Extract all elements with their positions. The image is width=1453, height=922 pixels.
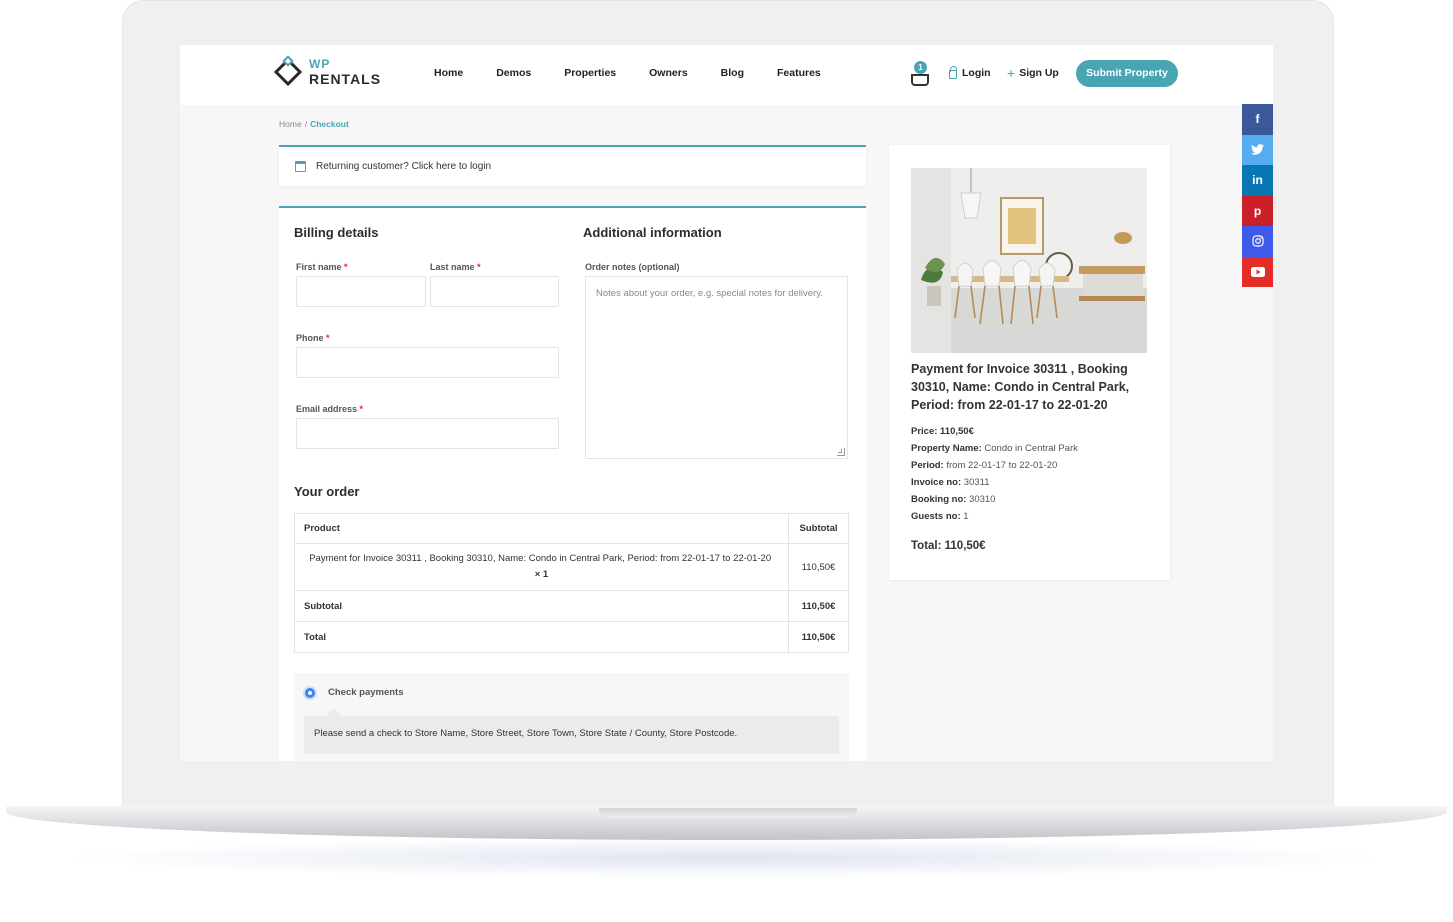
email-field[interactable]: [296, 418, 559, 449]
logo-rentals-text: RENTALS: [309, 71, 382, 87]
site-header: WP RENTALS Home Demos Properties Owners …: [180, 45, 1273, 105]
nav-home[interactable]: Home: [434, 67, 463, 79]
login-label: Login: [962, 67, 991, 79]
first-name-label: First name *: [296, 262, 348, 272]
property-photo: [911, 168, 1147, 353]
table-row: Total 110,50€: [294, 621, 849, 653]
browser-screen: WP RENTALS Home Demos Properties Owners …: [180, 45, 1273, 761]
total-label: Total: [294, 621, 789, 653]
login-link[interactable]: Login: [949, 65, 991, 79]
youtube-icon[interactable]: [1242, 256, 1273, 287]
linkedin-icon[interactable]: in: [1242, 165, 1273, 196]
order-notes-textarea[interactable]: Notes about your order, e.g. special not…: [585, 276, 848, 459]
billing-details-heading: Billing details: [294, 225, 379, 240]
phone-label: Phone *: [296, 333, 330, 343]
nav-owners[interactable]: Owners: [649, 67, 688, 79]
first-name-field[interactable]: [296, 276, 426, 307]
breadcrumb-home[interactable]: Home: [279, 119, 302, 129]
total-value: 110,50€: [788, 621, 849, 653]
laptop-notch: [599, 808, 857, 818]
social-share-bar: f in p: [1242, 104, 1273, 287]
lock-icon: [949, 65, 957, 79]
payment-methods: Check payments Please send a check to St…: [294, 673, 849, 761]
twitter-icon[interactable]: [1242, 134, 1273, 165]
plus-icon: +: [1007, 65, 1016, 81]
summary-booking-row: Booking no: 30310: [911, 494, 996, 505]
basket-icon: [911, 74, 929, 86]
phone-field[interactable]: [296, 347, 559, 378]
column-header-product: Product: [294, 513, 789, 544]
laptop-shadow: [60, 838, 1393, 878]
summary-total: Total: 110,50€: [911, 540, 986, 552]
returning-customer-text[interactable]: Returning customer? Click here to login: [316, 161, 491, 172]
order-item-price: 110,50€: [788, 543, 849, 591]
order-item-name: Payment for Invoice 30311 , Booking 3031…: [294, 543, 789, 591]
summary-invoice-row: Invoice no: 30311: [911, 477, 990, 488]
logo-icon: [273, 55, 303, 87]
cart-button[interactable]: 1: [910, 61, 930, 89]
signup-label: Sign Up: [1019, 67, 1059, 79]
signup-link[interactable]: + Sign Up: [1007, 65, 1059, 81]
check-payments-radio[interactable]: [305, 688, 315, 698]
summary-title: Payment for Invoice 30311 , Booking 3031…: [911, 362, 1130, 412]
email-label: Email address *: [296, 404, 364, 414]
nav-features[interactable]: Features: [777, 67, 821, 79]
order-notes-placeholder: Notes about your order, e.g. special not…: [596, 288, 823, 299]
order-notes-label: Order notes (optional): [585, 262, 680, 272]
summary-details: Price: 110,50€ Property Name: Condo in C…: [911, 423, 1078, 525]
site-logo[interactable]: WP RENTALS: [273, 55, 382, 87]
last-name-label: Last name *: [430, 262, 481, 272]
table-row: Subtotal 110,50€: [294, 590, 849, 622]
check-payments-label[interactable]: Check payments: [328, 687, 404, 698]
summary-period-row: Period: from 22-01-17 to 22-01-20: [911, 460, 1058, 471]
submit-property-button[interactable]: Submit Property: [1076, 60, 1178, 87]
breadcrumb-current: Checkout: [310, 119, 349, 129]
instagram-icon[interactable]: [1242, 226, 1273, 257]
facebook-icon[interactable]: f: [1242, 104, 1273, 135]
returning-customer-notice[interactable]: Returning customer? Click here to login: [279, 145, 866, 186]
column-header-subtotal: Subtotal: [788, 513, 849, 544]
nav-demos[interactable]: Demos: [496, 67, 531, 79]
subtotal-label: Subtotal: [294, 590, 789, 622]
additional-info-heading: Additional information: [583, 225, 722, 240]
payment-instructions: Please send a check to Store Name, Store…: [304, 708, 839, 754]
pinterest-icon[interactable]: p: [1242, 195, 1273, 226]
order-table: Product Subtotal Payment for Invoice 303…: [294, 513, 849, 653]
summary-property-row: Property Name: Condo in Central Park: [911, 443, 1078, 454]
nav-properties[interactable]: Properties: [564, 67, 616, 79]
last-name-field[interactable]: [430, 276, 559, 307]
resize-handle-icon[interactable]: [837, 448, 845, 456]
summary-guests-row: Guests no: 1: [911, 511, 969, 522]
order-item-quantity: × 1: [534, 569, 549, 580]
cart-count-badge: 1: [914, 61, 927, 74]
checkout-form-card: Billing details First name * Last name *…: [279, 206, 866, 761]
main-nav: Home Demos Properties Owners Blog Featur…: [434, 67, 854, 79]
table-header-row: Product Subtotal: [294, 513, 849, 544]
calendar-icon: [295, 161, 306, 172]
nav-blog[interactable]: Blog: [721, 67, 744, 79]
breadcrumb-separator: /: [304, 119, 308, 129]
table-row: Payment for Invoice 30311 , Booking 3031…: [294, 543, 849, 591]
subtotal-value: 110,50€: [788, 590, 849, 622]
logo-wp-text: WP: [309, 57, 331, 71]
your-order-heading: Your order: [294, 484, 360, 499]
breadcrumb: Home / Checkout: [279, 119, 349, 129]
booking-summary-card: Payment for Invoice 30311 , Booking 3031…: [889, 145, 1170, 580]
summary-price-row: Price: 110,50€: [911, 426, 974, 437]
